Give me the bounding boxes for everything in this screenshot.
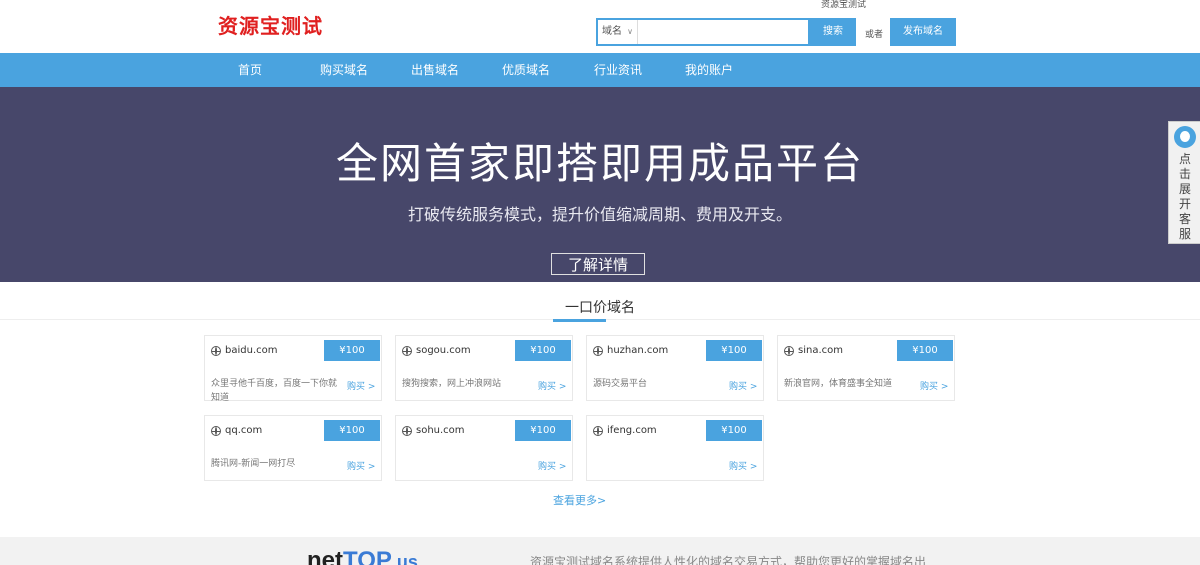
chat-icon	[1174, 126, 1196, 148]
price-badge: ¥100	[897, 340, 953, 361]
nav-item-sell-domain[interactable]: 出售域名	[411, 53, 459, 87]
nav-item-news[interactable]: 行业资讯	[594, 53, 642, 87]
section-underline	[553, 319, 606, 322]
domain-card[interactable]: qq.com ¥100 腾讯网-新闻一网打尽 购买 >	[204, 415, 382, 481]
search-type-label: 域名	[602, 26, 622, 37]
customer-service-widget[interactable]: 点击展开客服	[1168, 121, 1200, 244]
domain-card[interactable]: ifeng.com ¥100 购买 >	[586, 415, 764, 481]
search-box: 域名 ∨	[596, 18, 810, 46]
domain-card[interactable]: sina.com ¥100 新浪官网，体育盛事全知道 购买 >	[777, 335, 955, 401]
buy-link[interactable]: 购买 >	[538, 459, 566, 472]
domain-card[interactable]: sohu.com ¥100 购买 >	[395, 415, 573, 481]
domain-desc: 众里寻他千百度，百度一下你就知道	[211, 379, 338, 403]
search-type-select[interactable]: 域名 ∨	[598, 20, 638, 44]
footer-logo[interactable]: netTOP.us	[307, 547, 418, 565]
price-badge: ¥100	[515, 340, 571, 361]
footer-logo-part: net	[307, 547, 343, 565]
domain-card[interactable]: baidu.com ¥100 众里寻他千百度，百度一下你就知道 购买 >	[204, 335, 382, 403]
domain-name[interactable]: sohu.com	[416, 425, 465, 436]
domain-desc: 搜狗搜索，网上冲浪网站	[402, 379, 502, 389]
globe-icon	[593, 346, 603, 356]
customer-service-label: 点击展开客服	[1178, 152, 1191, 241]
search-input[interactable]	[639, 20, 807, 44]
domain-name[interactable]: baidu.com	[225, 345, 277, 356]
or-text: 或者	[865, 30, 884, 40]
price-badge: ¥100	[324, 340, 380, 361]
globe-icon	[402, 426, 412, 436]
price-badge: ¥100	[324, 420, 380, 441]
buy-link[interactable]: 购买 >	[538, 379, 566, 392]
buy-link[interactable]: 购买 >	[729, 459, 757, 472]
footer-text: 资源宝测试域名系统提供人性化的域名交易方式，帮助您更好的掌握域名出	[530, 555, 927, 565]
globe-icon	[211, 426, 221, 436]
globe-icon	[593, 426, 603, 436]
nav-item-home[interactable]: 首页	[238, 53, 262, 87]
nav-item-my-account[interactable]: 我的账户	[685, 53, 733, 87]
domain-name[interactable]: sogou.com	[416, 345, 471, 356]
buy-link[interactable]: 购买 >	[347, 379, 375, 392]
publish-domain-button[interactable]: 发布域名	[890, 18, 956, 46]
footer-logo-part: TOP	[343, 547, 392, 565]
buy-link[interactable]: 购买 >	[347, 459, 375, 472]
search-button[interactable]: 搜索	[810, 18, 856, 46]
site-logo[interactable]: 资源宝测试	[218, 10, 323, 39]
main-nav: 首页 购买域名 出售域名 优质域名 行业资讯 我的账户	[0, 53, 1200, 87]
footer-logo-part: .us	[391, 552, 418, 565]
chevron-down-icon: ∨	[627, 27, 633, 36]
globe-icon	[211, 346, 221, 356]
hero-banner: 全网首家即搭即用成品平台 打破传统服务模式，提升价值缩减周期、费用及开支。 了解…	[0, 87, 1200, 282]
price-badge: ¥100	[706, 340, 762, 361]
hero-title: 全网首家即搭即用成品平台	[335, 139, 864, 188]
nav-item-premium-domain[interactable]: 优质域名	[502, 53, 550, 87]
domain-desc: 新浪官网，体育盛事全知道	[784, 379, 893, 389]
section-title: 一口价域名	[565, 300, 635, 316]
buy-link[interactable]: 购买 >	[920, 379, 948, 392]
domain-card[interactable]: sogou.com ¥100 搜狗搜索，网上冲浪网站 购买 >	[395, 335, 573, 401]
domain-name[interactable]: huzhan.com	[607, 345, 668, 356]
footer: netTOP.us 资源宝测试域名系统提供人性化的域名交易方式，帮助您更好的掌握…	[0, 537, 1200, 565]
header: 资源宝测试 资源宝测试 域名 ∨ 搜索 或者 发布域名	[0, 0, 1200, 53]
globe-icon	[402, 346, 412, 356]
hero-subtitle: 打破传统服务模式，提升价值缩减周期、费用及开支。	[407, 205, 792, 224]
price-badge: ¥100	[515, 420, 571, 441]
domain-desc: 腾讯网-新闻一网打尽	[211, 459, 296, 469]
domain-card[interactable]: huzhan.com ¥100 源码交易平台 购买 >	[586, 335, 764, 401]
nav-item-buy-domain[interactable]: 购买域名	[320, 53, 368, 87]
price-badge: ¥100	[706, 420, 762, 441]
domain-name[interactable]: qq.com	[225, 425, 262, 436]
globe-icon	[784, 346, 794, 356]
view-more-link[interactable]: 查看更多>	[553, 492, 606, 508]
learn-more-button[interactable]: 了解详情	[551, 253, 645, 275]
domain-name[interactable]: ifeng.com	[607, 425, 657, 436]
buy-link[interactable]: 购买 >	[729, 379, 757, 392]
domain-name[interactable]: sina.com	[798, 345, 843, 356]
domain-desc: 源码交易平台	[593, 379, 648, 389]
top-link[interactable]: 资源宝测试	[821, 0, 866, 10]
